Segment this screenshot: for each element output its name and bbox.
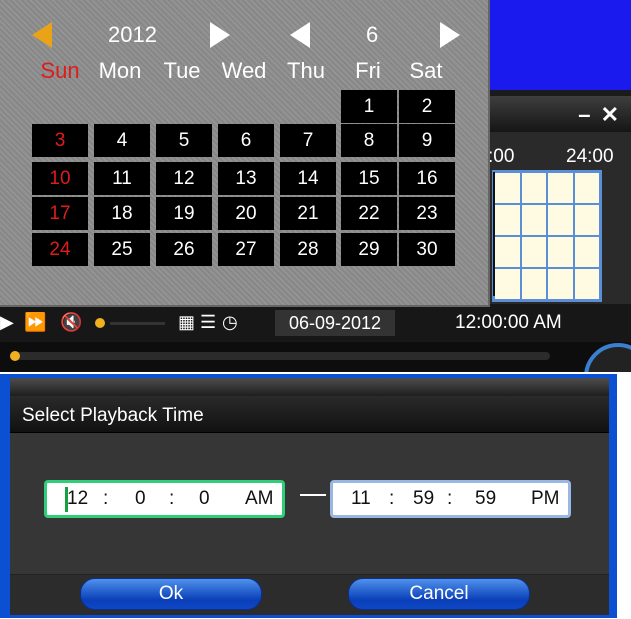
playback-window: – ✕ :00 24:00 ▶ ⏩ 🔇 ▦ ☰ ◷ 06-09-2012 12:… <box>0 0 631 372</box>
timeline-window: – ✕ :00 24:00 <box>486 96 631 304</box>
calendar-day[interactable]: 19 <box>156 197 212 230</box>
next-month-arrow-icon[interactable] <box>440 22 460 48</box>
volume-knob[interactable] <box>95 318 105 328</box>
calendar-day[interactable]: 27 <box>218 233 274 266</box>
month-label: 6 <box>366 22 379 47</box>
calendar-day[interactable]: 3 <box>32 124 88 157</box>
timeline-grid[interactable] <box>492 170 602 302</box>
fast-forward-icon[interactable]: ⏩ <box>24 312 46 333</box>
video-channel-panel[interactable] <box>478 0 631 90</box>
progress-knob[interactable] <box>10 351 20 361</box>
calendar-day[interactable]: 25 <box>94 233 150 266</box>
calendar-day[interactable]: 29 <box>341 233 397 266</box>
calendar-day[interactable]: 23 <box>399 197 455 230</box>
volume-slider[interactable] <box>110 322 165 325</box>
minimize-close-icon[interactable]: – ✕ <box>578 102 621 128</box>
playback-time: 12:00:00 AM <box>455 312 562 333</box>
timeline-end-label: 24:00 <box>566 146 614 167</box>
timeline-cursor-line <box>493 172 495 296</box>
progress-track[interactable] <box>10 352 550 360</box>
start-ampm[interactable]: AM <box>245 488 274 510</box>
playback-time-dialog: Select Playback Time 12 : 0 : 0 AM 11 : … <box>0 374 617 618</box>
next-year-arrow-icon[interactable] <box>210 22 230 48</box>
mute-icon[interactable]: 🔇 <box>60 312 82 333</box>
calendar-day[interactable]: 26 <box>156 233 212 266</box>
dialog-title: Select Playback Time <box>22 405 204 426</box>
time-separator: : <box>389 488 395 509</box>
clock-icon[interactable]: ◷ <box>222 312 238 333</box>
dialog-body: Select Playback Time 12 : 0 : 0 AM 11 : … <box>10 378 609 615</box>
end-time-field[interactable]: 11 : 59 : 59 PM <box>330 480 571 518</box>
calendar-day[interactable]: 8 <box>341 124 397 157</box>
calendar-day[interactable]: 5 <box>156 124 212 157</box>
cancel-button[interactable]: Cancel <box>348 578 530 610</box>
playback-date[interactable]: 06-09-2012 <box>275 310 395 336</box>
calendar-popup: 2012 6 Sun Mon Tue Wed Thu Fri Sat 1 2 3… <box>0 0 490 307</box>
calendar-day[interactable]: 11 <box>94 162 150 195</box>
start-time-field[interactable]: 12 : 0 : 0 AM <box>44 480 285 518</box>
calendar-day[interactable]: 15 <box>341 162 397 195</box>
layout-grid-icon[interactable]: ▦ <box>178 312 195 333</box>
start-minute[interactable]: 0 <box>135 488 146 510</box>
start-hour[interactable]: 12 <box>67 488 88 510</box>
weekday-thu: Thu <box>287 58 325 83</box>
calendar-day[interactable]: 24 <box>32 233 88 266</box>
weekday-sat: Sat <box>409 58 443 83</box>
calendar-day[interactable]: 10 <box>32 162 88 195</box>
range-dash <box>300 494 326 496</box>
dialog-top-strip <box>10 378 609 396</box>
end-ampm[interactable]: PM <box>531 488 560 510</box>
start-second[interactable]: 0 <box>199 488 210 510</box>
calendar-day[interactable]: 13 <box>218 162 274 195</box>
weekday-wed: Wed <box>221 58 267 83</box>
prev-year-arrow-icon[interactable] <box>32 22 52 48</box>
end-second[interactable]: 59 <box>475 488 496 510</box>
weekday-fri: Fri <box>355 58 381 83</box>
calendar-day[interactable]: 14 <box>280 162 336 195</box>
calendar-day[interactable]: 12 <box>156 162 212 195</box>
calendar-day[interactable]: 6 <box>218 124 274 157</box>
calendar-day[interactable]: 20 <box>218 197 274 230</box>
prev-month-arrow-icon[interactable] <box>290 22 310 48</box>
calendar-day[interactable]: 21 <box>280 197 336 230</box>
calendar-day[interactable]: 9 <box>399 124 455 157</box>
timeline-start-label: :00 <box>488 146 515 167</box>
list-icon[interactable]: ☰ <box>200 312 216 333</box>
dialog-footer: Ok Cancel <box>10 574 609 615</box>
calendar-day[interactable]: 28 <box>280 233 336 266</box>
calendar-day[interactable]: 22 <box>341 197 397 230</box>
calendar-day[interactable]: 2 <box>399 90 455 123</box>
end-hour[interactable]: 11 <box>351 488 371 510</box>
playback-control-bar: ▶ ⏩ 🔇 ▦ ☰ ◷ 06-09-2012 12:00:00 AM <box>0 304 631 342</box>
dialog-titlebar: Select Playback Time <box>10 396 609 433</box>
timeline-titlebar: – ✕ <box>486 96 631 132</box>
year-label: 2012 <box>108 22 157 47</box>
time-separator: : <box>447 488 453 509</box>
ok-button[interactable]: Ok <box>80 578 262 610</box>
calendar-day[interactable]: 30 <box>399 233 455 266</box>
calendar-day[interactable]: 18 <box>94 197 150 230</box>
play-arrow-icon[interactable]: ▶ <box>0 312 14 333</box>
time-separator: : <box>169 488 175 509</box>
progress-bar[interactable] <box>0 342 631 372</box>
calendar-day[interactable]: 1 <box>341 90 397 123</box>
calendar-day[interactable]: 17 <box>32 197 88 230</box>
weekday-sun: Sun <box>40 58 80 83</box>
weekday-mon: Mon <box>98 58 142 83</box>
weekday-tue: Tue <box>163 58 201 83</box>
end-minute[interactable]: 59 <box>413 488 434 510</box>
calendar-day[interactable]: 7 <box>280 124 336 157</box>
time-separator: : <box>103 488 109 509</box>
calendar-day[interactable]: 4 <box>94 124 150 157</box>
calendar-day[interactable]: 16 <box>399 162 455 195</box>
